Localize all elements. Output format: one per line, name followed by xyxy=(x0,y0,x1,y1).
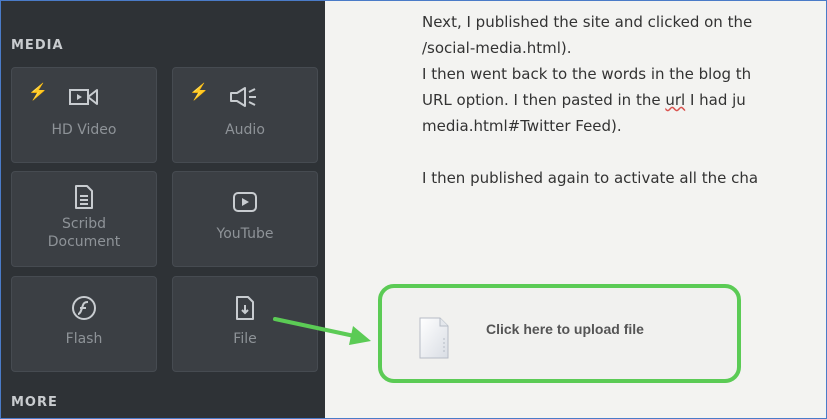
scribd-document-tile[interactable]: Scribd Document xyxy=(11,171,157,267)
text-line: media.html#Twitter Feed). xyxy=(422,117,622,135)
text-line: URL option. I then pasted in the url I h… xyxy=(422,91,746,109)
youtube-tile[interactable]: YouTube xyxy=(172,171,318,267)
hd-video-tile[interactable]: ⚡ HD Video xyxy=(11,67,157,163)
text-line: /social-media.html). xyxy=(422,39,572,57)
scribd-label-line2: Document xyxy=(47,234,121,250)
sidebar: MEDIA ⚡ HD Video ⚡ Audio Scribd Document… xyxy=(1,1,325,418)
text-line: Next, I published the site and clicked o… xyxy=(422,13,753,31)
blank-file-icon xyxy=(418,316,450,365)
flash-label: Flash xyxy=(65,331,103,347)
upload-file-label[interactable]: Click here to upload file xyxy=(486,321,644,337)
highlight-arrow xyxy=(273,317,371,345)
audio-label: Audio xyxy=(225,122,265,138)
text-line: I then published again to activate all t… xyxy=(422,169,759,187)
speaker-icon xyxy=(173,86,317,112)
scribd-label-line1: Scribd xyxy=(61,216,106,232)
editor-window: MEDIA ⚡ HD Video ⚡ Audio Scribd Document… xyxy=(0,0,827,419)
section-title-media: MEDIA xyxy=(11,38,64,53)
section-title-more: MORE xyxy=(11,395,58,410)
misspelled-word: url xyxy=(665,91,686,109)
flash-icon xyxy=(12,295,156,321)
document-icon xyxy=(12,184,156,210)
audio-tile[interactable]: ⚡ Audio xyxy=(172,67,318,163)
video-camera-icon xyxy=(12,86,156,112)
blog-text[interactable]: Next, I published the site and clicked o… xyxy=(422,9,826,191)
play-button-icon xyxy=(173,190,317,216)
hd-video-label: HD Video xyxy=(51,122,117,138)
flash-tile[interactable]: Flash xyxy=(11,276,157,372)
youtube-label: YouTube xyxy=(216,226,274,242)
upload-file-area[interactable]: Click here to upload file xyxy=(378,284,741,383)
text-line: I then went back to the words in the blo… xyxy=(422,65,752,83)
